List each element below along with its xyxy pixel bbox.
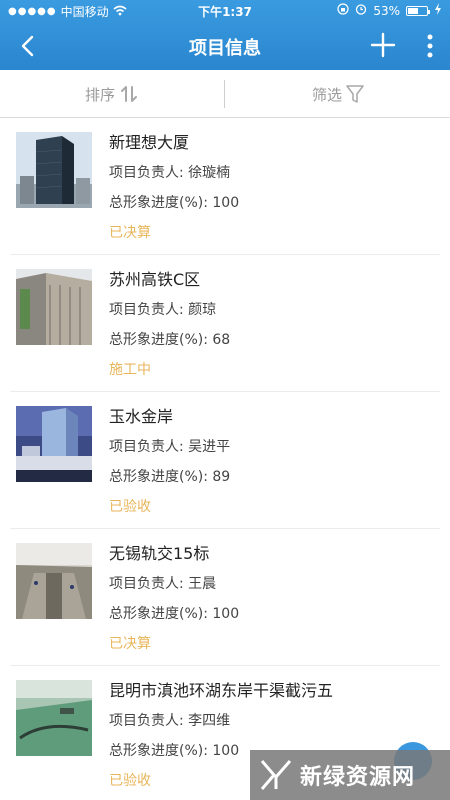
project-name: 无锡轨交15标 (109, 544, 210, 563)
alarm-icon (355, 3, 367, 18)
add-project-button[interactable] (370, 32, 396, 58)
project-progress: 总形象进度(%): 100 (109, 606, 240, 622)
filter-bar: 排序 筛选 (0, 70, 450, 118)
app-header: ●●●●● 中国移动 下午1:37 53% 项目信息 (0, 0, 450, 70)
navigation-bar: 项目信息 (0, 22, 450, 70)
plus-icon (370, 32, 396, 58)
project-progress: 总形象进度(%): 100 (109, 195, 240, 211)
filter-button[interactable]: 筛选 (226, 70, 450, 118)
project-thumbnail (16, 680, 92, 756)
sort-icon (121, 86, 137, 102)
project-manager: 项目负责人: 吴进平 (109, 439, 231, 455)
filter-divider (224, 80, 225, 108)
project-name: 昆明市滇池环湖东岸干渠截污五 (109, 681, 334, 700)
sort-label: 排序 (84, 85, 115, 104)
project-card[interactable]: 玉水金岸 项目负责人: 吴进平 总形象进度(%): 89 已验收 (0, 392, 450, 529)
more-options-button[interactable] (426, 34, 434, 58)
filter-label: 筛选 (311, 85, 342, 104)
status-bar: ●●●●● 中国移动 下午1:37 53% (0, 0, 450, 22)
watermark-text: 新绿资源网 (300, 765, 416, 790)
project-progress: 总形象进度(%): 68 (109, 332, 231, 348)
project-progress: 总形象进度(%): 89 (109, 469, 231, 485)
watermark-logo (260, 760, 292, 790)
project-status: 施工中 (109, 362, 151, 378)
filter-funnel-icon (346, 85, 364, 103)
project-thumbnail (16, 406, 92, 482)
project-thumbnail (16, 543, 92, 619)
more-vertical-icon (427, 34, 433, 58)
battery-icon (406, 5, 430, 16)
project-manager: 项目负责人: 徐璇楠 (109, 165, 231, 181)
project-status: 已验收 (109, 499, 151, 515)
project-card[interactable]: 新理想大厦 项目负责人: 徐璇楠 总形象进度(%): 100 已决算 (0, 118, 450, 255)
project-card[interactable]: 苏州高铁C区 项目负责人: 颜琼 总形象进度(%): 68 施工中 (0, 255, 450, 392)
lock-rotation-icon (337, 3, 349, 18)
project-list: 新理想大厦 项目负责人: 徐璇楠 总形象进度(%): 100 已决算 苏州高铁C… (0, 118, 450, 800)
sort-button[interactable]: 排序 (0, 70, 224, 118)
project-name: 苏州高铁C区 (109, 270, 201, 289)
project-name: 新理想大厦 (109, 133, 190, 152)
project-thumbnail (16, 269, 92, 345)
project-manager: 项目负责人: 颜琼 (109, 302, 217, 318)
project-manager: 项目负责人: 王晨 (109, 576, 217, 592)
project-card[interactable]: 无锡轨交15标 项目负责人: 王晨 总形象进度(%): 100 已决算 (0, 529, 450, 666)
charging-icon (434, 3, 442, 18)
project-thumbnail (16, 132, 92, 208)
project-status: 已决算 (109, 225, 151, 241)
watermark: 新绿资源网 (250, 750, 450, 800)
project-status: 已决算 (109, 636, 151, 652)
battery-percent: 53% (373, 3, 400, 18)
project-name: 玉水金岸 (109, 407, 174, 426)
project-manager: 项目负责人: 李四维 (109, 713, 231, 729)
